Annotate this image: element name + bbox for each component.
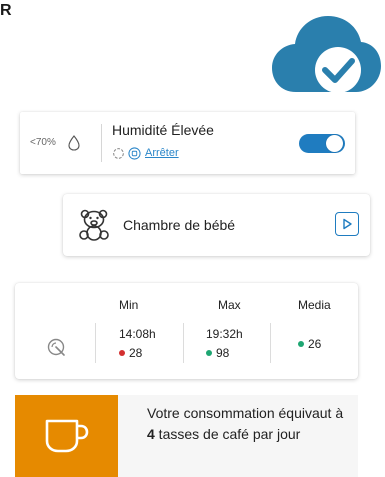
corner-letter: R	[0, 2, 12, 19]
coffee-text-after: tasses de café par jour	[154, 426, 301, 442]
sensor-icon	[47, 338, 65, 356]
humidity-alert-actions: Arrêter	[112, 145, 179, 161]
stop-link[interactable]: Arrêter	[145, 147, 179, 159]
sync-icon	[113, 147, 124, 159]
max-time: 19:32h	[206, 327, 243, 341]
min-time: 14:08h	[119, 327, 156, 341]
water-drop-icon	[68, 135, 80, 151]
humidity-alert-card: <70% Humidité Élevée Arrêter	[20, 112, 355, 174]
column-divider	[183, 323, 184, 363]
max-value: 98	[216, 346, 230, 360]
humidity-stats-card: Min Max Media 14:08h 28 19:32h 98 26	[15, 283, 358, 379]
cloud-check-logo	[272, 16, 381, 93]
room-card[interactable]: Chambre de bébé	[63, 194, 370, 256]
teddy-bear-icon	[79, 209, 109, 241]
coffee-message: Votre consommation équivaut à 4 tasses d…	[147, 403, 352, 445]
play-icon	[343, 218, 352, 230]
status-dot-green	[206, 350, 212, 356]
coffee-text-before: Votre consommation équivaut à	[147, 405, 344, 421]
humidity-threshold: <70%	[30, 137, 56, 148]
media-header: Media	[298, 298, 331, 312]
status-dot-red	[119, 350, 125, 356]
coffee-cup-icon	[45, 419, 89, 453]
max-header: Max	[218, 298, 241, 312]
min-value: 28	[129, 346, 143, 360]
min-header: Min	[119, 298, 139, 312]
humidity-alert-title: Humidité Élevée	[112, 122, 214, 138]
divider	[101, 124, 102, 162]
coffee-cups-count: 4	[147, 426, 155, 442]
media-value: 26	[308, 337, 322, 351]
humidity-alert-toggle[interactable]	[299, 134, 345, 153]
coffee-tile	[15, 395, 118, 477]
stop-circle-icon[interactable]	[128, 146, 141, 160]
status-dot-green	[298, 341, 304, 347]
toggle-knob	[326, 135, 343, 152]
media-value-row: 26	[298, 337, 321, 351]
room-name: Chambre de bébé	[123, 217, 236, 233]
column-divider	[270, 323, 271, 363]
min-value-row: 28	[119, 346, 142, 360]
max-value-row: 98	[206, 346, 229, 360]
coffee-consumption-card: Votre consommation équivaut à 4 tasses d…	[15, 395, 358, 477]
play-button[interactable]	[335, 212, 359, 236]
column-divider	[95, 323, 96, 363]
